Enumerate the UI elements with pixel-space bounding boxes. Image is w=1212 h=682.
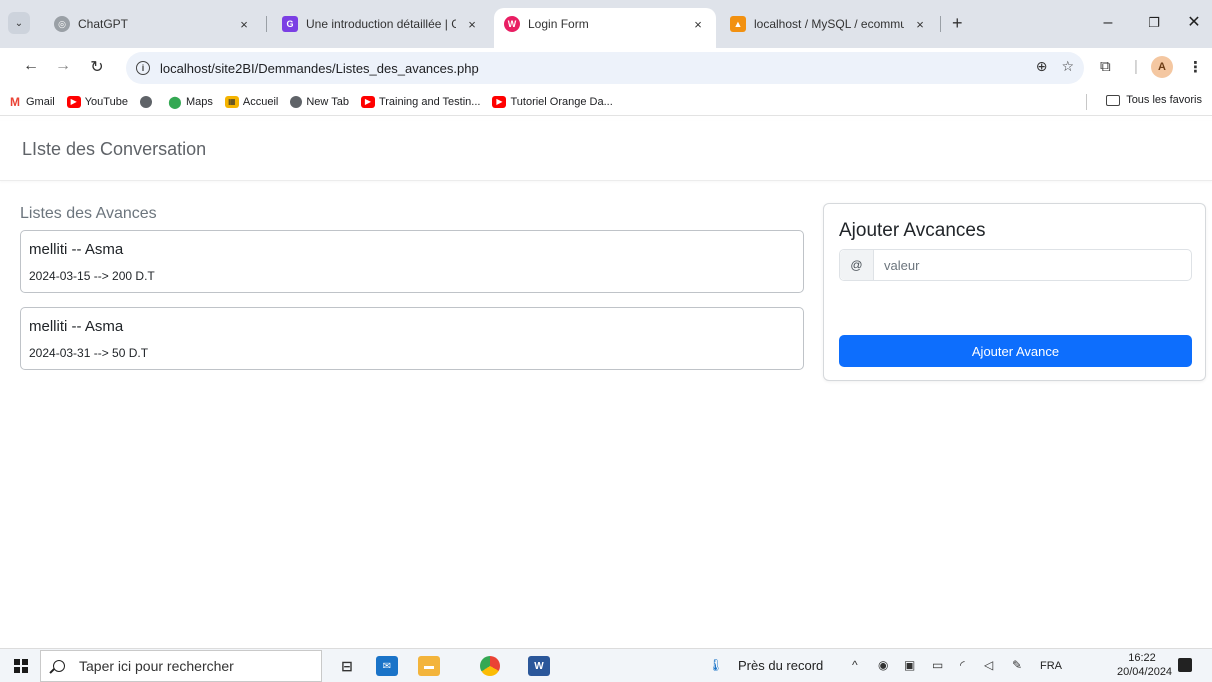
youtube-icon: ▶ — [66, 95, 81, 108]
forward-arrow-icon[interactable]: → — [52, 57, 74, 75]
search-icon — [53, 660, 65, 672]
globe-icon — [290, 95, 303, 108]
tab-title: localhost / MySQL / ecommun — [754, 17, 904, 31]
pen-icon[interactable]: ✎ — [1012, 658, 1022, 672]
bookmark-youtube[interactable]: ▶ YouTube — [66, 95, 128, 108]
weather-text[interactable]: Près du record — [738, 658, 823, 673]
bookmarks-divider — [1086, 94, 1087, 110]
avance-name: melliti -- Asma — [29, 318, 124, 335]
bookmarks-bar: M Gmail ▶ YouTube ⬤ Maps ▦ Accueil New T… — [0, 88, 1212, 116]
avance-detail: 2024-03-15 --> 200 D.T — [29, 269, 155, 283]
youtube-icon: ▶ — [492, 95, 507, 108]
back-arrow-icon[interactable]: ← — [20, 57, 42, 75]
window-close-icon[interactable]: ✕ — [1184, 14, 1204, 32]
tab-strip: ⌄ ◎ ChatGPT × G Une introduction détaill… — [0, 0, 1212, 48]
avance-name: melliti -- Asma — [29, 241, 124, 258]
page-navbar: LIste des Conversation — [0, 121, 1212, 181]
accueil-icon: ▦ — [224, 95, 239, 108]
more-menu-icon[interactable]: ⋮ — [1188, 58, 1203, 76]
avatar[interactable]: A — [1151, 56, 1173, 78]
gatsby-icon: G — [282, 16, 298, 32]
valeur-input[interactable] — [874, 250, 1191, 280]
phpmyadmin-icon: ▲ — [730, 16, 746, 32]
tab-search-button[interactable]: ⌄ — [8, 12, 30, 34]
add-avance-form: Ajouter Avcances @ Ajouter Avance — [823, 203, 1206, 381]
taskbar-search[interactable]: Taper ici pour rechercher — [40, 650, 322, 682]
extensions-icon[interactable]: ⧉ — [1100, 58, 1111, 75]
tab-title: Une introduction détaillée | Ga — [306, 17, 456, 31]
ajouter-avance-button[interactable]: Ajouter Avance — [839, 335, 1192, 367]
tab-title: Login Form — [528, 17, 589, 31]
wifi-icon[interactable]: ◜ — [960, 658, 965, 672]
display-icon[interactable]: ▣ — [904, 658, 915, 672]
chrome-icon[interactable] — [480, 656, 500, 676]
windows-start-icon[interactable] — [14, 659, 28, 673]
chevron-down-icon: ⌄ — [14, 17, 24, 29]
bookmark-globe[interactable] — [139, 95, 156, 108]
close-icon[interactable]: × — [464, 17, 480, 32]
notification-icon[interactable] — [1178, 658, 1192, 672]
bookmark-tutoriel[interactable]: ▶ Tutoriel Orange Da... — [492, 95, 613, 108]
minimize-icon[interactable]: – — [1098, 14, 1118, 32]
volume-icon[interactable]: ◁ — [984, 658, 993, 672]
windows-taskbar: Taper ici pour rechercher ⊟ ✉ ▬ W 🌡 Près… — [0, 648, 1212, 682]
chevron-up-icon[interactable]: ^ — [852, 658, 858, 672]
tab-chatgpt[interactable]: ◎ ChatGPT × — [44, 8, 262, 40]
form-title: Ajouter Avcances — [839, 220, 986, 241]
bookmark-accueil[interactable]: ▦ Accueil — [224, 95, 278, 108]
valeur-input-group: @ — [839, 249, 1192, 281]
tab-separator — [940, 16, 941, 32]
avance-detail: 2024-03-31 --> 50 D.T — [29, 346, 149, 360]
page-title[interactable]: LIste des Conversation — [22, 139, 206, 160]
new-tab-button[interactable]: + — [952, 14, 963, 32]
battery-icon[interactable]: ▭ — [932, 658, 943, 672]
address-bar[interactable]: i localhost/site2BI/Demmandes/Listes_des… — [126, 52, 1084, 84]
restore-icon[interactable]: ❐ — [1144, 14, 1164, 32]
weather-icon[interactable]: 🌡 — [708, 658, 723, 672]
bookmark-new-tab[interactable]: New Tab — [290, 95, 349, 108]
avance-card: melliti -- Asma 2024-03-31 --> 50 D.T — [20, 307, 804, 370]
bookmark-training[interactable]: ▶ Training and Testin... — [360, 95, 480, 108]
list-heading: Listes des Avances — [20, 205, 157, 222]
file-explorer-icon[interactable]: ▬ — [418, 656, 440, 676]
bookmark-gmail[interactable]: M Gmail — [8, 94, 55, 109]
task-view-icon[interactable]: ⊟ — [336, 656, 358, 676]
zoom-icon[interactable]: ⊕ — [1036, 58, 1048, 75]
tab-phpmyadmin[interactable]: ▲ localhost / MySQL / ecommun × — [720, 8, 938, 40]
bookmark-star-icon[interactable]: ☆ — [1061, 58, 1074, 75]
all-bookmarks-button[interactable]: Tous les favoris — [1106, 94, 1202, 106]
chatgpt-icon: ◎ — [54, 16, 70, 32]
avance-card: melliti -- Asma 2024-03-15 --> 200 D.T — [20, 230, 804, 293]
word-icon[interactable]: W — [528, 656, 550, 676]
tab-login-form[interactable]: W Login Form × — [494, 8, 716, 48]
close-icon[interactable]: × — [690, 17, 706, 32]
clock-date: 20/04/2024 — [1117, 666, 1173, 678]
close-icon[interactable]: × — [912, 17, 928, 32]
mail-icon[interactable]: ✉ — [376, 656, 398, 676]
maps-icon: ⬤ — [168, 94, 182, 109]
clock[interactable]: 16:22 20/04/2024 — [1117, 651, 1173, 679]
folder-icon — [1106, 94, 1121, 106]
tab-gatsby[interactable]: G Une introduction détaillée | Ga × — [272, 8, 490, 40]
close-icon[interactable]: × — [236, 17, 252, 32]
clock-time: 16:22 — [1128, 652, 1156, 664]
tab-separator — [266, 16, 267, 32]
login-form-icon: W — [504, 16, 520, 32]
meet-icon[interactable]: ◉ — [878, 658, 888, 672]
gmail-icon: M — [10, 94, 20, 109]
language-indicator[interactable]: FRA — [1040, 660, 1062, 672]
address-url: localhost/site2BI/Demmandes/Listes_des_a… — [160, 60, 479, 76]
bookmark-maps[interactable]: ⬤ Maps — [168, 94, 213, 109]
browser-toolbar: ← → ↻ i localhost/site2BI/Demmandes/List… — [0, 48, 1212, 88]
at-sign-addon: @ — [840, 250, 874, 280]
globe-icon — [139, 95, 152, 108]
toolbar-divider: | — [1134, 58, 1138, 75]
tab-title: ChatGPT — [78, 17, 129, 31]
reload-icon[interactable]: ↻ — [86, 57, 108, 77]
site-info-icon[interactable]: i — [136, 61, 150, 75]
youtube-icon: ▶ — [360, 95, 375, 108]
